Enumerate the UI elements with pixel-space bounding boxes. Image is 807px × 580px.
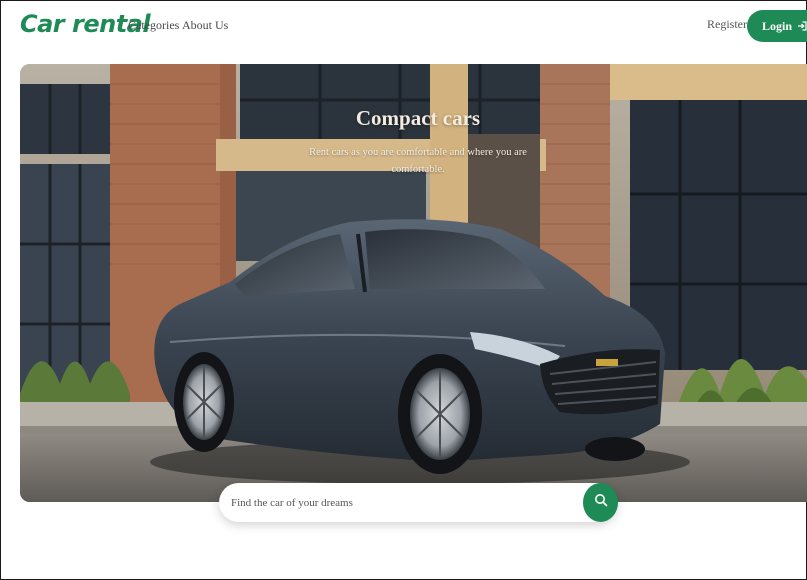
nav-link-about-us[interactable]: About Us (182, 18, 228, 33)
hero-title: Compact cars (355, 106, 481, 130)
login-arrow-icon (797, 21, 807, 31)
search-icon (594, 493, 608, 512)
login-button-label: Login (762, 18, 793, 33)
search-bar (219, 483, 617, 522)
search-button[interactable] (583, 483, 618, 522)
navbar: Car rental Categories About Us Register … (0, 0, 807, 52)
login-button[interactable]: Login (747, 10, 807, 42)
hero-banner: Compact cars Rent cars as you are comfor… (20, 64, 807, 502)
register-link[interactable]: Register (707, 17, 747, 32)
nav-link-categories[interactable]: Categories (128, 18, 179, 33)
hero-subtitle: Rent cars as you are comfortable and whe… (309, 147, 527, 175)
search-input[interactable] (231, 492, 571, 514)
